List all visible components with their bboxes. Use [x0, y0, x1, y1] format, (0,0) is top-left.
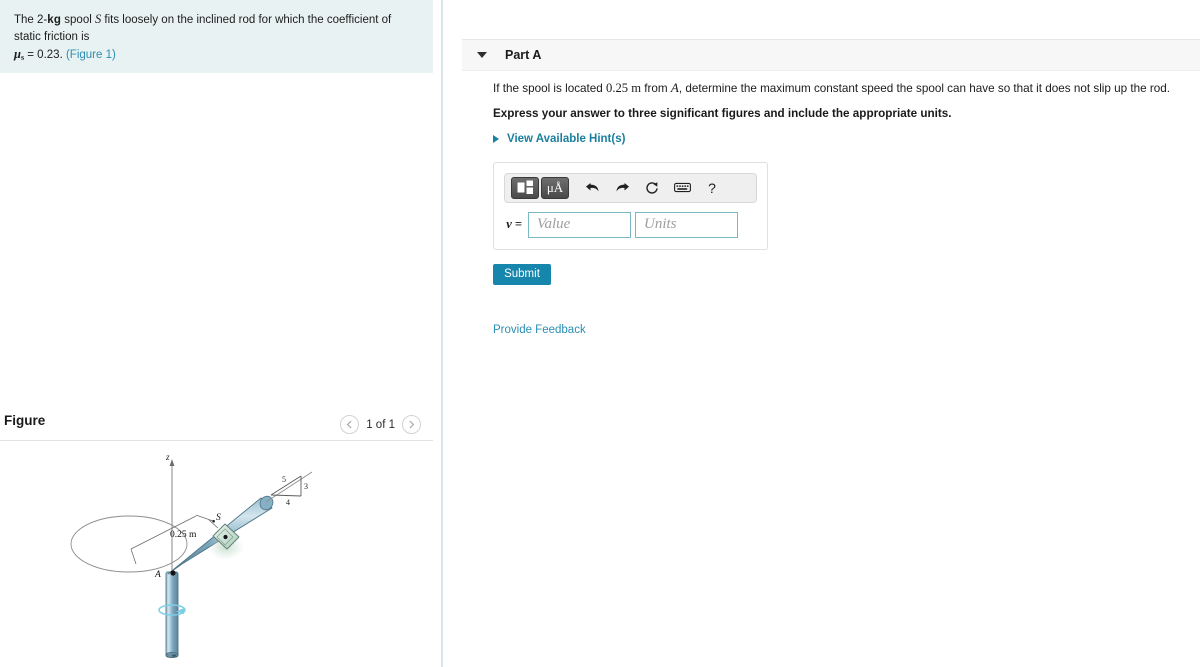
part-a-body: If the spool is located 0.25 m from A, d… — [493, 78, 1193, 338]
undo-button[interactable] — [578, 177, 606, 199]
variable-label: v = — [506, 217, 522, 232]
question-text-3: , determine the maximum constant speed t… — [678, 82, 1171, 95]
mu-symbol: μ — [14, 47, 21, 62]
undo-arrow-icon — [585, 183, 598, 192]
problem-statement: The 2-kg spool S fits loosely on the inc… — [0, 0, 433, 74]
caret-right-icon — [493, 134, 499, 143]
answer-input-row: v = — [504, 211, 757, 238]
answer-value-input[interactable] — [528, 211, 631, 238]
answer-instruction: Express your answer to three significant… — [493, 106, 952, 120]
figure-page-label: 1 of 1 — [366, 418, 395, 431]
left-panel: The 2-kg spool S fits loosely on the inc… — [0, 0, 443, 667]
right-panel: Part A If the spool is located 0.25 m fr… — [445, 0, 1200, 667]
submit-button[interactable]: Submit — [493, 263, 551, 285]
problem-text-2: spool — [61, 14, 95, 26]
question-text-1: If the spool is located — [493, 82, 607, 95]
mu-value: = 0.23. — [24, 49, 63, 62]
redo-button[interactable] — [608, 177, 636, 199]
answer-toolbar: μÅ ? — [504, 172, 757, 203]
slope-triangle: 5 3 4 — [270, 475, 308, 507]
math-template-button[interactable] — [511, 176, 539, 199]
figure-title: Figure — [4, 413, 46, 428]
point-a-label: A — [154, 570, 161, 580]
radius-dimension-label: 0.25 m — [170, 530, 197, 540]
question-text: If the spool is located 0.25 m from A, d… — [493, 78, 1193, 98]
figure-header: Figure 1 of 1 — [0, 413, 433, 443]
slope-horizontal-label: 4 — [286, 498, 290, 507]
figure-next-button[interactable] — [402, 415, 421, 434]
question-text-2: from — [641, 82, 671, 95]
figure-prev-button[interactable] — [340, 415, 360, 434]
question-distance: 0.25 m — [606, 81, 642, 95]
answer-entry-box: μÅ ? v = Value Units — [493, 161, 768, 250]
caret-down-icon[interactable] — [477, 52, 487, 58]
problem-unit-kg: kg — [47, 14, 62, 26]
spool-label: S — [216, 513, 221, 523]
micro-angstrom-units-button[interactable]: μÅ — [541, 176, 569, 199]
question-mark-label: ? — [708, 179, 716, 196]
part-a-header[interactable]: Part A — [462, 39, 1200, 71]
provide-feedback-link[interactable]: Provide Feedback — [493, 324, 586, 336]
view-hints-toggle[interactable]: View Available Hint(s) — [493, 133, 1193, 145]
chevron-right-icon — [409, 420, 415, 429]
spool-rod-diagram: z 5 3 4 S 0.25 m A — [70, 452, 313, 658]
figure-image: z 5 3 4 S 0.25 m A — [0, 448, 433, 667]
figure-1-link[interactable]: (Figure 1) — [66, 49, 116, 61]
micro-angstrom-label: μÅ — [546, 180, 564, 196]
help-button[interactable]: ? — [698, 177, 726, 199]
figure-pager: 1 of 1 — [340, 415, 421, 434]
slope-hypotenuse-label: 5 — [282, 475, 286, 484]
keyboard-button[interactable] — [668, 177, 696, 199]
z-axis-label: z — [165, 452, 170, 462]
figure-divider — [0, 440, 433, 441]
question-point-label: A — [670, 80, 679, 95]
redo-arrow-icon — [616, 183, 629, 192]
part-a-title: Part A — [505, 48, 542, 62]
keyboard-icon — [673, 183, 691, 193]
template-squares-icon — [517, 180, 533, 195]
problem-text-1: The 2- — [14, 14, 48, 26]
slope-vertical-label: 3 — [304, 482, 308, 491]
reset-circular-arrow-icon — [646, 182, 658, 194]
problem-page: The 2-kg spool S fits loosely on the inc… — [0, 0, 1200, 667]
chevron-left-icon — [346, 420, 352, 429]
reset-button[interactable] — [638, 177, 666, 199]
answer-units-input[interactable] — [635, 211, 738, 238]
view-hints-label: View Available Hint(s) — [507, 132, 626, 145]
